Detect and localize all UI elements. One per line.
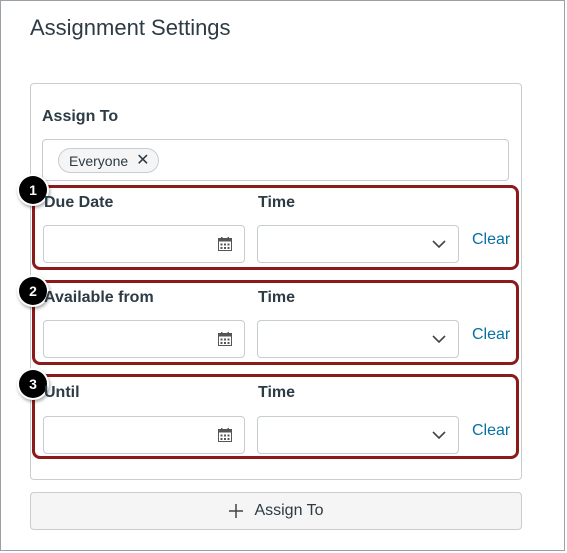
until-time-select[interactable] xyxy=(257,416,459,454)
due-time-label: Time xyxy=(258,194,296,211)
due-date-label: Due Date xyxy=(44,194,114,211)
add-assign-to-button[interactable]: Assign To xyxy=(30,492,522,530)
assign-to-input[interactable]: Everyone ✕ xyxy=(42,139,509,181)
due-time-select[interactable] xyxy=(257,225,459,263)
due-date-input[interactable] xyxy=(43,225,245,263)
assignment-settings-window: Assignment Settings Assign To Everyone ✕… xyxy=(0,0,565,551)
assign-to-label: Assign To xyxy=(42,108,119,125)
page-title: Assignment Settings xyxy=(30,15,231,40)
until-clear-link[interactable]: Clear xyxy=(472,422,510,440)
calendar-icon[interactable] xyxy=(218,332,232,346)
step-badge-3: 3 xyxy=(19,370,47,398)
assign-tag-everyone[interactable]: Everyone ✕ xyxy=(58,148,159,173)
close-icon[interactable]: ✕ xyxy=(136,152,149,169)
available-time-label: Time xyxy=(258,289,296,306)
until-date-input[interactable] xyxy=(43,416,245,454)
step-badge-1: 1 xyxy=(19,176,47,204)
available-from-label: Available from xyxy=(44,289,154,306)
chevron-down-icon xyxy=(432,335,446,344)
available-time-select[interactable] xyxy=(257,320,459,358)
add-assign-to-label: Assign To xyxy=(254,502,324,519)
calendar-icon[interactable] xyxy=(218,428,232,442)
calendar-icon[interactable] xyxy=(218,237,232,251)
available-from-input[interactable] xyxy=(43,320,245,358)
chevron-down-icon xyxy=(432,431,446,440)
due-clear-link[interactable]: Clear xyxy=(472,231,510,249)
until-time-label: Time xyxy=(258,384,296,401)
until-label: Until xyxy=(44,384,80,401)
available-clear-link[interactable]: Clear xyxy=(472,326,510,344)
plus-icon xyxy=(229,504,244,518)
step-badge-2: 2 xyxy=(19,277,47,305)
assign-tag-label: Everyone xyxy=(69,152,129,169)
chevron-down-icon xyxy=(432,240,446,249)
